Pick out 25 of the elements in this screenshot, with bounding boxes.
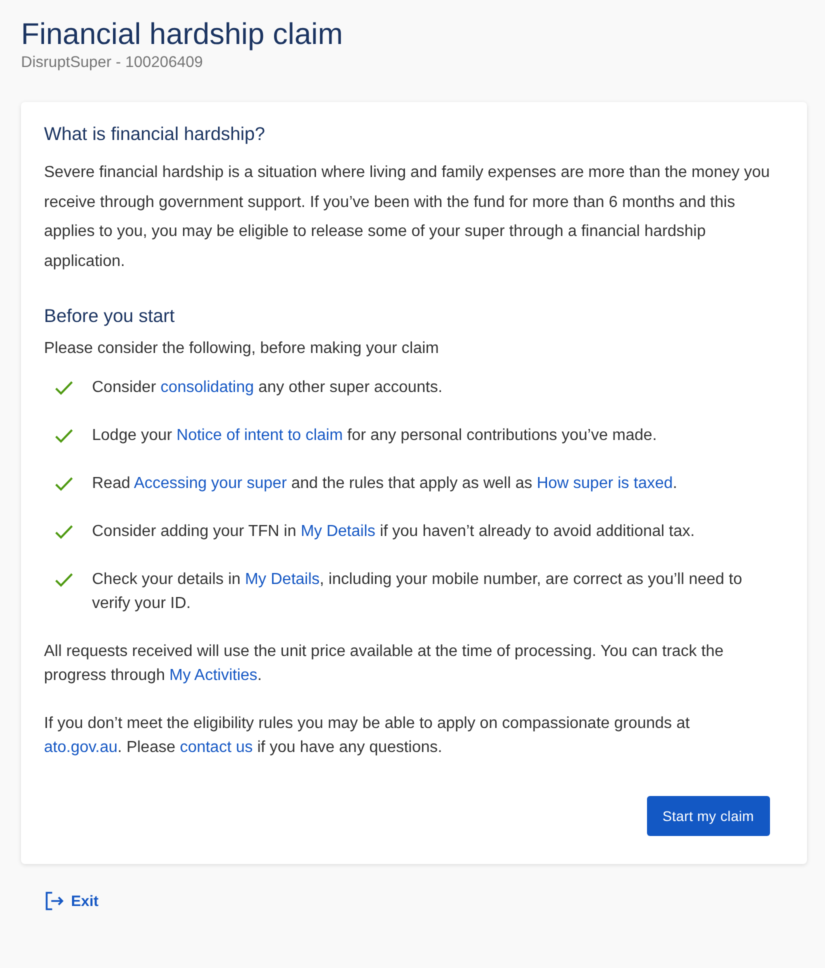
link[interactable]: Notice of intent to claim <box>176 427 343 444</box>
link[interactable]: Accessing your super <box>134 475 287 492</box>
checklist-item: Consider adding your TFN in My Details if you haven’t already to avoid additional tax. <box>92 522 695 542</box>
exit-icon <box>43 890 65 912</box>
exit-link[interactable]: Exit <box>43 890 99 912</box>
link[interactable]: contact us <box>180 739 253 756</box>
paragraph: All requests received will use the unit price available at the time of processing. You can track the progress through My Activities. <box>44 642 724 686</box>
link[interactable]: My Details <box>300 523 376 540</box>
start-claim-button[interactable]: Start my claim <box>646 796 770 836</box>
checklist-item: Consider consolidating any other super accounts. <box>92 378 442 398</box>
link[interactable]: My Activities <box>169 667 258 684</box>
section-heading: Before you start <box>44 304 176 328</box>
link[interactable]: ato.gov.au <box>44 739 118 756</box>
section-heading: What is financial hardship? <box>44 122 266 146</box>
checklist-item: Read Accessing your super and the rules that apply as well as How super is taxed. <box>92 474 678 494</box>
checklist-item: Lodge your Notice of intent to claim for any personal contributions you’ve made. <box>92 426 657 446</box>
paragraph: Please consider the following, before making your claim <box>44 339 440 359</box>
link[interactable]: How super is taxed <box>536 475 673 492</box>
page-title: Financial hardship claim <box>21 18 344 52</box>
paragraph: If you don’t meet the eligibility rules you may be able to apply on compassionate grounds at ato.gov.au. Please contact us if you have any questions. <box>44 714 691 758</box>
page-subtitle: DisruptSuper - 100206409 <box>21 54 204 72</box>
paragraph: Severe financial hardship is a situation where living and family expenses are more than the money you receive through government support. If you’ve been with the fund for more than 6 months and this applies to you, you may be eligible to release some of your super through a financial hardship application. <box>44 163 770 272</box>
link[interactable]: My Details <box>244 571 320 588</box>
checklist-item: Check your details in My Details, including your mobile number, are correct as you’ll need to verify your ID. <box>92 570 744 614</box>
link[interactable]: consolidating <box>160 379 254 396</box>
